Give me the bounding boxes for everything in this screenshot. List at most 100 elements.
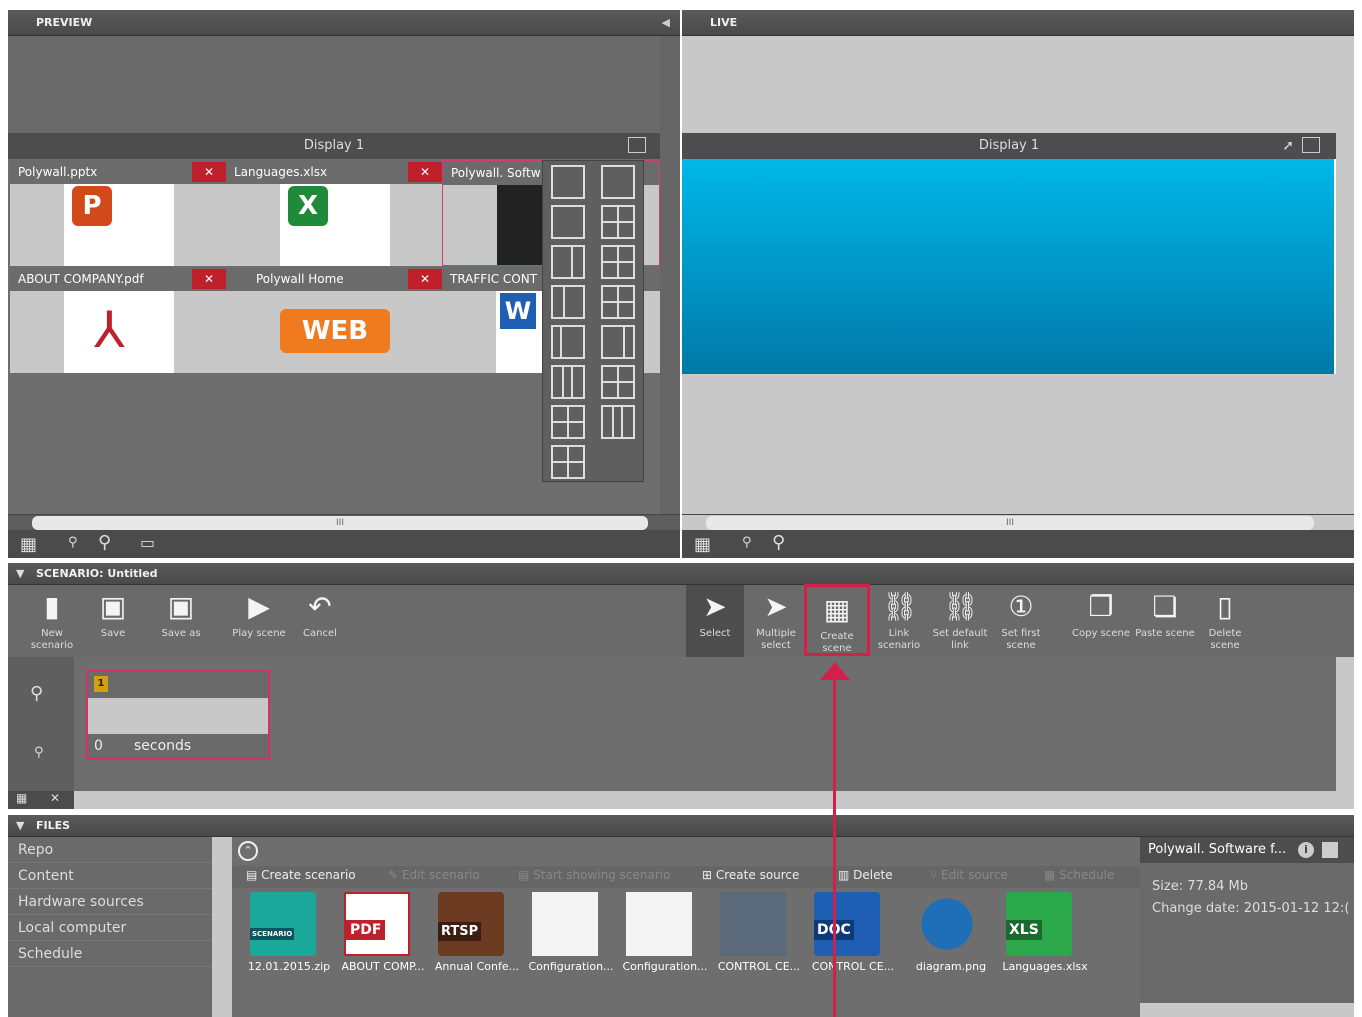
save-button[interactable]: ▣ Save [86, 584, 140, 656]
preview-tile[interactable]: ⅄ ABOUT COMPANY.pdf ✕ [10, 267, 226, 373]
create-scene-button[interactable]: ▦ Create scene [804, 584, 870, 656]
file-info-panel: Polywall. Software f... i Size: 77.84 Mb… [1140, 837, 1354, 1017]
info-icon[interactable]: i [1298, 842, 1314, 858]
collapse-icon[interactable]: ▼ [16, 563, 24, 585]
preview-hscroll[interactable]: III [8, 514, 680, 530]
save-as-icon: ▣ [167, 590, 195, 623]
file-name: Languages.xlsx [1002, 960, 1088, 973]
chevron-up-icon[interactable]: ⌃ [238, 841, 258, 861]
live-hscroll[interactable]: III [682, 514, 1354, 530]
image-icon[interactable] [1322, 842, 1338, 858]
live-vscroll[interactable] [1336, 36, 1354, 514]
create-source-action[interactable]: ⊞ Create source [702, 868, 799, 882]
preview-vscroll[interactable] [660, 36, 680, 514]
paste-scene-button[interactable]: ❏ Paste scene [1134, 584, 1196, 656]
layout-option-icon[interactable] [551, 245, 585, 279]
layout-option-icon[interactable] [601, 325, 635, 359]
layout-option-icon[interactable] [551, 285, 585, 319]
zoom-out-icon[interactable]: ⚲ [742, 535, 752, 550]
image-thumbnail[interactable] [626, 892, 692, 956]
live-area [682, 36, 1336, 133]
layout-option-icon[interactable] [601, 365, 635, 399]
start-showing-scenario-action[interactable]: ▤ Start showing scenario [518, 868, 670, 882]
edit-source-action[interactable]: ⑂ Edit source [930, 868, 1008, 882]
image-thumbnail[interactable] [532, 892, 598, 956]
select-button[interactable]: ➤ Select [688, 584, 742, 656]
scenario-vscroll[interactable] [1336, 657, 1354, 791]
close-icon[interactable]: ✕ [408, 269, 442, 289]
zoom-in-icon[interactable]: ⚲ [98, 532, 111, 553]
zoom-out-icon[interactable]: ⚲ [34, 745, 44, 760]
new-scenario-button[interactable]: ▮ New scenario [24, 584, 80, 656]
scenario-hscroll[interactable] [74, 791, 1354, 809]
pdf-file-icon[interactable]: PDF [344, 892, 410, 956]
layout-icon[interactable] [628, 137, 646, 153]
layout-option-icon[interactable] [551, 325, 585, 359]
close-icon[interactable]: ✕ [50, 791, 60, 805]
link-scenario-button[interactable]: ⛓ Link scenario [872, 584, 926, 656]
copy-scene-button[interactable]: ❐ Copy scene [1070, 584, 1132, 656]
scenario-file-icon[interactable]: SCENARIO [250, 892, 316, 956]
cursor-icon: ➤ [703, 590, 727, 623]
create-scenario-action[interactable]: ▤ Create scenario [246, 868, 356, 882]
set-default-link-button[interactable]: ⛓ Set default link [930, 584, 990, 656]
layout-icon[interactable] [1302, 137, 1320, 153]
save-icon: ▣ [99, 590, 127, 623]
save-as-button[interactable]: ▣ Save as [154, 584, 208, 656]
zoom-out-icon[interactable]: ⚲ [68, 535, 78, 550]
layout-option-icon[interactable] [601, 405, 635, 439]
xls-file-icon[interactable]: XLS [1006, 892, 1072, 956]
sidebar-item-repo[interactable]: Repo [8, 837, 212, 863]
layout-option-icon[interactable] [551, 205, 585, 239]
preview-tile[interactable]: P Polywall.pptx ✕ [10, 160, 226, 266]
sidebar-vscroll[interactable] [212, 837, 232, 1017]
zoom-in-icon[interactable]: ⚲ [772, 532, 785, 553]
comment-icon[interactable]: ▭ [140, 533, 155, 552]
play-scene-button[interactable]: ▶ Play scene [230, 584, 288, 656]
doc-file-icon[interactable]: DOC [814, 892, 880, 956]
collapse-icon[interactable]: ▼ [16, 815, 24, 837]
set-first-scene-button[interactable]: ① Set first scene [994, 584, 1048, 656]
image-thumbnail[interactable] [914, 892, 980, 956]
info-hscroll[interactable] [1140, 1003, 1354, 1017]
sidebar-item-content[interactable]: Content [8, 863, 212, 889]
sidebar-item-local-computer[interactable]: Local computer [8, 915, 212, 941]
image-thumbnail[interactable] [720, 892, 786, 956]
layout-option-icon[interactable] [551, 365, 585, 399]
rtsp-source-icon[interactable]: RTSP [438, 892, 504, 956]
edit-scenario-action[interactable]: ✎ Edit scenario [388, 868, 480, 882]
sidebar-item-hardware-sources[interactable]: Hardware sources [8, 889, 212, 915]
close-icon[interactable]: ✕ [408, 162, 442, 182]
pointer-icon[interactable]: ➚ [1282, 133, 1294, 159]
layout-option-icon[interactable] [551, 445, 585, 479]
scene-card[interactable]: 1 0 seconds [86, 670, 270, 760]
collapse-left-icon[interactable]: ◀ [662, 10, 670, 36]
multiple-select-button[interactable]: ➤ Multiple select [748, 584, 804, 656]
delete-action[interactable]: ▥ Delete [838, 868, 893, 882]
cancel-button[interactable]: ↶ Cancel [294, 584, 346, 656]
delete-scene-button[interactable]: ▯ Delete scene [1198, 584, 1252, 656]
layout-option-icon[interactable] [551, 405, 585, 439]
grid-icon[interactable]: ▦ [20, 534, 37, 555]
live-screen [682, 159, 1334, 374]
live-display-bar: Display 1 ➚ [682, 133, 1336, 159]
files-header[interactable]: ▼ FILES [8, 815, 1354, 837]
scenario-header[interactable]: ▼ SCENARIO: Untitled [8, 563, 1354, 585]
layout-option-icon[interactable] [551, 165, 585, 199]
layout-option-icon[interactable] [601, 165, 635, 199]
layout-option-icon[interactable] [601, 205, 635, 239]
first-scene-icon: ① [1008, 590, 1034, 623]
close-icon[interactable]: ✕ [192, 162, 226, 182]
layout-option-icon[interactable] [601, 245, 635, 279]
zoom-in-icon[interactable]: ⚲ [30, 683, 43, 704]
preview-tile[interactable]: WEB Polywall Home ✕ [226, 267, 442, 373]
trash-icon: ▯ [1217, 590, 1233, 623]
preview-tile[interactable]: X Languages.xlsx ✕ [226, 160, 442, 266]
schedule-action[interactable]: ▦ Schedule [1044, 868, 1114, 882]
sidebar-item-schedule[interactable]: Schedule [8, 941, 212, 967]
preview-footer: ▦ ⚲ ⚲ ▭ [8, 530, 680, 558]
close-icon[interactable]: ✕ [192, 269, 226, 289]
grid-icon[interactable]: ▦ [16, 791, 27, 805]
grid-icon[interactable]: ▦ [694, 534, 711, 555]
layout-option-icon[interactable] [601, 285, 635, 319]
